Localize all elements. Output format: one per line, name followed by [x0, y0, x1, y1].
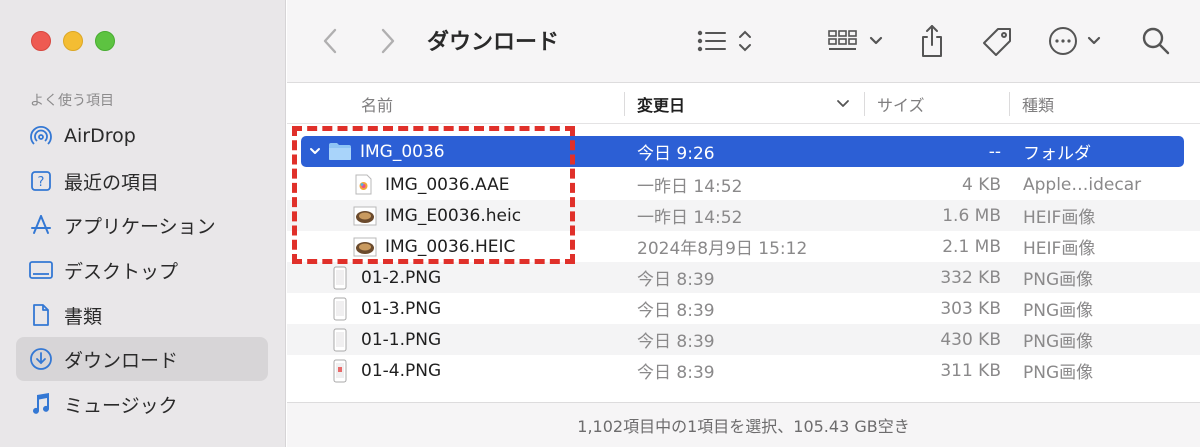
sidebar-item-label: ミュージック	[64, 394, 178, 417]
file-kind: HEIF画像	[1023, 239, 1096, 259]
file-date: 2024年8月9日 15:12	[637, 239, 808, 259]
sidebar-item-recents[interactable]: ? 最近の項目	[16, 159, 268, 203]
table-row[interactable]: 01-1.PNG 今日 8:39 430 KB PNG画像	[287, 324, 1200, 355]
view-mode-button[interactable]	[695, 26, 757, 56]
png-file-icon	[333, 324, 351, 355]
sidebar: よく使う項目 AirDrop ? 最近の項目 アプリケーション デスクトップ 書…	[0, 0, 286, 447]
file-name: 01-2.PNG	[361, 267, 442, 288]
table-row[interactable]: 01-2.PNG 今日 8:39 332 KB PNG画像	[287, 262, 1200, 293]
close-window-button[interactable]	[31, 31, 51, 51]
file-date: 一昨日 14:52	[637, 177, 743, 197]
column-date-header[interactable]: 変更日	[637, 84, 837, 124]
png-file-icon	[333, 355, 351, 386]
file-name: 01-1.PNG	[361, 329, 442, 350]
file-kind: フォルダ	[1023, 144, 1091, 164]
file-date: 一昨日 14:52	[637, 208, 743, 228]
airdrop-icon	[28, 123, 54, 149]
chevron-right-icon	[381, 28, 395, 54]
column-size-header[interactable]: サイズ	[877, 84, 997, 124]
status-bar: 1,102項目中の1項目を選択、105.43 GB空き	[287, 402, 1200, 447]
share-button[interactable]	[915, 22, 949, 60]
recents-icon: ?	[28, 168, 54, 194]
file-kind: PNG画像	[1023, 270, 1094, 290]
sidebar-item-label: 最近の項目	[64, 171, 160, 194]
file-kind: PNG画像	[1023, 301, 1094, 321]
file-size: 303 KB	[940, 298, 1001, 319]
desktop-icon	[28, 257, 54, 283]
search-icon	[1142, 27, 1170, 55]
file-name: 01-4.PNG	[361, 360, 442, 381]
sidebar-item-desktop[interactable]: デスクトップ	[16, 248, 268, 292]
file-date: 今日 8:39	[637, 301, 715, 321]
file-date: 今日 8:39	[637, 332, 715, 352]
column-divider	[1009, 92, 1010, 116]
chevron-left-icon	[323, 28, 337, 54]
sidebar-item-airdrop[interactable]: AirDrop	[16, 114, 268, 158]
music-icon	[28, 391, 54, 417]
ellipsis-circle-icon	[1049, 27, 1101, 55]
list-view-icon	[697, 30, 751, 52]
png-file-icon	[333, 262, 351, 293]
file-kind: HEIF画像	[1023, 208, 1096, 228]
sidebar-item-documents[interactable]: 書類	[16, 293, 268, 337]
sidebar-item-music[interactable]: ミュージック	[16, 382, 268, 426]
column-name-header[interactable]: 名前	[361, 84, 611, 124]
share-icon	[922, 25, 942, 57]
zoom-window-button[interactable]	[95, 31, 115, 51]
sidebar-item-applications[interactable]: アプリケーション	[16, 203, 268, 247]
file-size: 4 KB	[961, 174, 1001, 195]
file-kind: PNG画像	[1023, 363, 1094, 383]
file-date: 今日 8:39	[637, 363, 715, 383]
file-kind: PNG画像	[1023, 332, 1094, 352]
downloads-icon	[28, 346, 54, 372]
group-grid-icon	[828, 30, 883, 50]
table-row[interactable]: 01-3.PNG 今日 8:39 303 KB PNG画像	[287, 293, 1200, 324]
table-row[interactable]: 01-4.PNG 今日 8:39 311 KB PNG画像	[287, 355, 1200, 386]
column-divider	[624, 92, 625, 116]
forward-button[interactable]	[373, 26, 403, 56]
sort-chevron-down-icon[interactable]	[835, 96, 851, 112]
selection-highlight-annotation	[292, 126, 575, 264]
window-title: ダウンロード	[427, 30, 560, 55]
group-button[interactable]	[827, 26, 889, 56]
file-size: 430 KB	[940, 329, 1001, 350]
file-size: --	[988, 141, 1001, 162]
file-name: 01-3.PNG	[361, 298, 442, 319]
file-date: 今日 8:39	[637, 270, 715, 290]
search-button[interactable]	[1139, 24, 1173, 58]
column-header: 名前 変更日 サイズ 種類	[287, 84, 1200, 124]
tag-button[interactable]	[979, 24, 1015, 60]
sidebar-item-label: AirDrop	[64, 125, 136, 147]
file-size: 332 KB	[940, 267, 1001, 288]
documents-icon	[28, 302, 54, 328]
file-size: 2.1 MB	[942, 236, 1001, 257]
sidebar-item-label: アプリケーション	[64, 215, 216, 238]
more-actions-button[interactable]	[1047, 24, 1109, 58]
png-file-icon	[333, 293, 351, 324]
sidebar-item-label: 書類	[64, 305, 103, 328]
file-kind: Apple…idecar	[1023, 174, 1142, 195]
file-size: 311 KB	[940, 360, 1001, 381]
column-divider	[864, 92, 865, 116]
sidebar-item-label: ダウンロード	[64, 349, 179, 372]
sidebar-item-label: デスクトップ	[64, 260, 179, 283]
sidebar-section-favorites: よく使う項目	[30, 93, 114, 109]
file-size: 1.6 MB	[942, 205, 1001, 226]
sidebar-item-downloads[interactable]: ダウンロード	[16, 337, 268, 381]
toolbar: ダウンロード	[287, 0, 1200, 83]
applications-icon	[28, 212, 54, 238]
minimize-window-button[interactable]	[63, 31, 83, 51]
tag-icon	[983, 28, 1011, 56]
column-kind-header[interactable]: 種類	[1022, 84, 1182, 124]
back-button[interactable]	[315, 26, 345, 56]
svg-text:?: ?	[38, 175, 45, 190]
file-date: 今日 9:26	[637, 144, 715, 164]
